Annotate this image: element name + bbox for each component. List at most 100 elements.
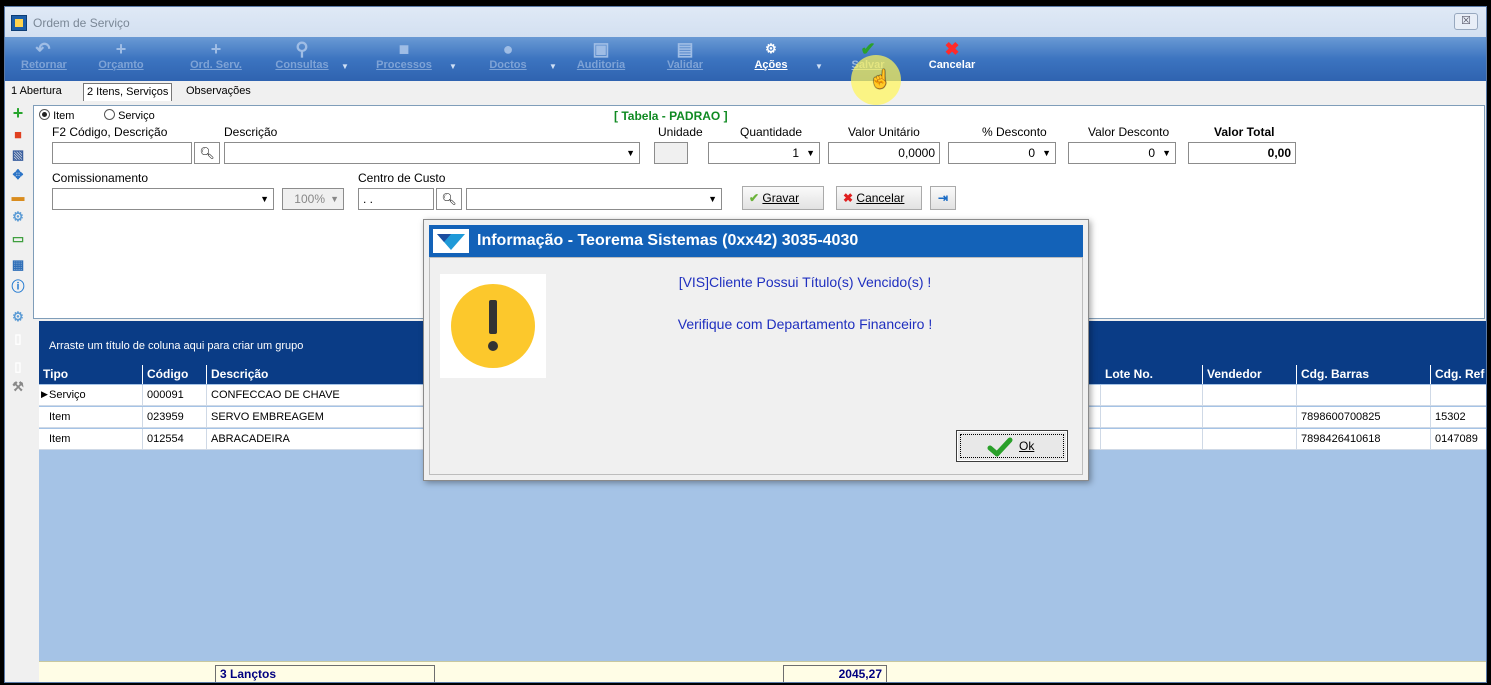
price-table-label: [ Tabela - PADRAO ] xyxy=(614,109,728,123)
search-codigo-button[interactable]: 🔍︎ xyxy=(194,142,220,164)
document-icon: ● xyxy=(502,39,514,59)
delete-icon[interactable]: ■ xyxy=(10,127,26,143)
radio-item[interactable]: Item xyxy=(39,109,74,122)
centro-custo-input[interactable]: . . xyxy=(358,188,434,210)
cell-barras xyxy=(1297,385,1431,406)
exit-icon: ⇥ xyxy=(937,191,949,205)
auditoria-button[interactable]: ▣ Auditoria xyxy=(569,39,633,79)
users-icon[interactable]: ▬ xyxy=(10,189,26,205)
column-header-tipo[interactable]: Tipo xyxy=(39,365,143,384)
exit-button[interactable]: ⇥ xyxy=(930,186,956,210)
ok-button[interactable]: Ok xyxy=(956,430,1068,462)
tools-icon[interactable]: ⚒ xyxy=(10,379,26,395)
cell-lote xyxy=(1101,385,1203,406)
dialog-message-contact: Verifique com Departamento Financeiro ! xyxy=(677,316,933,332)
footer-count: 3 Lançtos xyxy=(215,665,435,682)
check-icon xyxy=(987,437,1013,457)
cell-tipo: Item xyxy=(39,429,143,450)
codigo-input[interactable] xyxy=(52,142,192,164)
comissionamento-label: Comissionamento xyxy=(52,171,149,185)
radio-servico[interactable]: Serviço xyxy=(104,109,155,122)
main-window: Ordem de Serviço ☒ ↶ Retornar + Orçamto … xyxy=(4,6,1487,683)
valor-total-input[interactable]: 0,00 xyxy=(1188,142,1296,164)
column-header-lote[interactable]: Lote No. xyxy=(1101,365,1203,384)
magnifier-icon: ⚲ xyxy=(295,39,309,59)
cell-lote xyxy=(1101,407,1203,428)
search-centro-custo-button[interactable]: 🔍︎ xyxy=(436,188,462,210)
acoes-button[interactable]: ⚙ Ações ▼ xyxy=(745,39,822,79)
cell-barras: 7898600700825 xyxy=(1297,407,1431,428)
cell-vendedor xyxy=(1203,407,1297,428)
current-row-indicator-icon: ▶ xyxy=(41,389,48,399)
valor-desconto-select[interactable]: 0 ▼ xyxy=(1068,142,1176,164)
valor-unitario-input[interactable]: 0,0000 xyxy=(828,142,940,164)
gear-small-icon[interactable]: ⚙ xyxy=(10,309,26,325)
consultas-button[interactable]: ⚲ Consultas ▼ xyxy=(269,39,349,79)
tab-abertura[interactable]: 1 Abertura xyxy=(8,83,65,101)
column-header-barras[interactable]: Cdg. Barras xyxy=(1297,365,1431,384)
gravar-button[interactable]: ✔ Gravar xyxy=(742,186,824,210)
processos-button[interactable]: ■ Processos ▼ xyxy=(369,39,457,79)
chevron-down-icon: ▼ xyxy=(341,62,349,71)
cancelar-toolbar-button[interactable]: ✖ Cancelar xyxy=(923,39,981,79)
settings-icon[interactable]: ⚙ xyxy=(10,209,26,225)
document-edit-icon[interactable]: ▯ xyxy=(10,359,26,375)
side-toolbar: + ■ ▧ ✥ ▬ ⚙ ▭ ▦ ⓘ ⚙ ▯ ▯ ⚒ xyxy=(7,104,29,425)
dialog-body: [VIS]Cliente Possui Título(s) Vencido(s)… xyxy=(429,257,1083,475)
validate-icon: ▤ xyxy=(676,39,694,59)
cell-tipo: Serviço xyxy=(39,385,143,406)
column-header-ref[interactable]: Cdg. Ref xyxy=(1431,365,1486,384)
x-icon: ✖ xyxy=(843,191,854,205)
hand-cursor-icon: ☝ xyxy=(869,69,892,89)
chevron-down-icon: ▼ xyxy=(1042,148,1051,158)
search-icon: 🔍︎ xyxy=(199,146,215,160)
gear-icon: ■ xyxy=(398,39,410,59)
doctos-button[interactable]: ● Doctos ▼ xyxy=(479,39,557,79)
search-icon: 🔍︎ xyxy=(441,192,457,206)
bar-icon[interactable]: ▭ xyxy=(10,231,26,247)
retornar-button[interactable]: ↶ Retornar xyxy=(21,39,67,79)
radio-servico-icon xyxy=(104,109,115,120)
cell-barras: 7898426410618 xyxy=(1297,429,1431,450)
pct-desconto-label: % Desconto xyxy=(982,125,1047,139)
undo-arrow-icon: ↶ xyxy=(35,39,51,59)
comissao-pct-select[interactable]: 100% ▼ xyxy=(282,188,344,210)
orcamento-button[interactable]: + Orçamto xyxy=(93,39,149,79)
descricao-select[interactable]: ▼ xyxy=(224,142,640,164)
close-window-button[interactable]: ☒ xyxy=(1454,13,1478,30)
cancelar-form-button[interactable]: ✖ Cancelar xyxy=(836,186,922,210)
add-icon[interactable]: + xyxy=(10,104,26,122)
quantidade-label: Quantidade xyxy=(740,125,803,139)
info-icon[interactable]: ⓘ xyxy=(10,279,26,295)
x-icon: ✖ xyxy=(944,39,960,59)
descricao-label: Descrição xyxy=(224,125,278,139)
toolbar: ↶ Retornar + Orçamto + Ord. Serv. ⚲ Cons… xyxy=(5,37,1486,81)
cell-codigo: 023959 xyxy=(143,407,207,428)
grid-icon[interactable]: ▦ xyxy=(10,257,26,273)
info-dialog: Informação - Teorema Sistemas (0xx42) 30… xyxy=(423,219,1089,481)
codigo-label: F2 Código, Descrição xyxy=(52,125,168,139)
cell-vendedor xyxy=(1203,429,1297,450)
cell-ref: 15302 xyxy=(1431,407,1486,428)
chevron-down-icon: ▼ xyxy=(260,194,269,204)
ord-serv-button[interactable]: + Ord. Serv. xyxy=(185,39,247,79)
pct-desconto-select[interactable]: 0 ▼ xyxy=(948,142,1056,164)
cell-ref xyxy=(1431,385,1486,406)
teorema-logo-icon xyxy=(433,229,469,253)
cell-codigo: 000091 xyxy=(143,385,207,406)
group-by-hint: Arraste um título de coluna aqui para cr… xyxy=(49,340,304,352)
edit-icon[interactable]: ▧ xyxy=(10,147,26,163)
comissionamento-select[interactable]: ▼ xyxy=(52,188,274,210)
tab-observacoes[interactable]: Observações xyxy=(183,83,254,101)
quantidade-select[interactable]: 1 ▼ xyxy=(708,142,820,164)
dialog-title: Informação - Teorema Sistemas (0xx42) 30… xyxy=(477,232,859,249)
validar-button[interactable]: ▤ Validar xyxy=(659,39,711,79)
column-header-codigo[interactable]: Código xyxy=(143,365,207,384)
tab-itens-servicos[interactable]: 2 Itens, Serviços xyxy=(83,83,173,101)
column-header-vendedor[interactable]: Vendedor xyxy=(1203,365,1297,384)
move-icon[interactable]: ✥ xyxy=(10,167,26,183)
unidade-input[interactable] xyxy=(654,142,688,164)
document-add-icon[interactable]: ▯ xyxy=(10,331,26,347)
centro-custo-select[interactable]: ▼ xyxy=(466,188,722,210)
chevron-down-icon: ▼ xyxy=(1162,148,1171,158)
